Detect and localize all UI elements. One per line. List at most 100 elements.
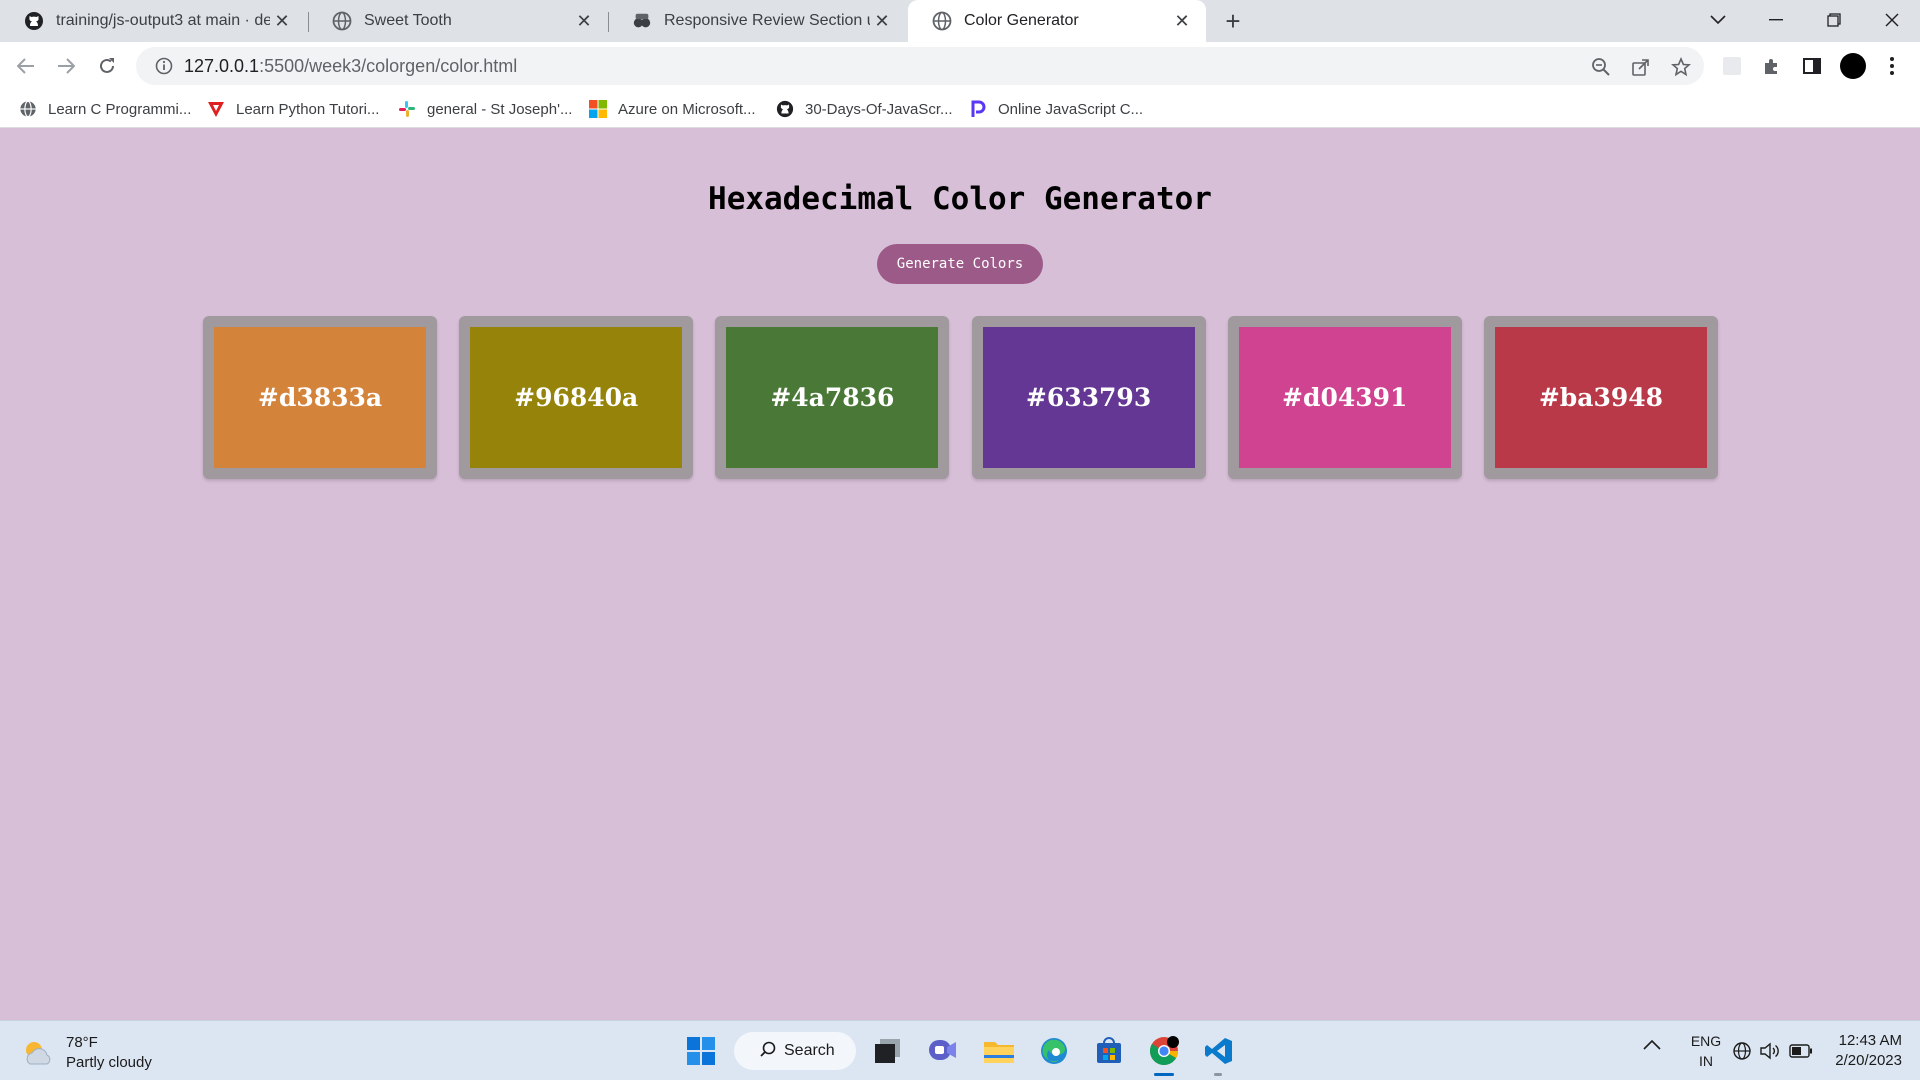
swatch-fill: #633793 xyxy=(982,327,1195,468)
tab-sweet-tooth[interactable]: Sweet Tooth ✕ xyxy=(308,0,608,42)
generate-colors-button[interactable]: Generate Colors xyxy=(877,244,1043,284)
url-text: 127.0.0.1:5500/week3/colorgen/color.html xyxy=(184,56,517,77)
bookmark-label: Azure on Microsoft... xyxy=(618,100,756,118)
bookmark-learn-python[interactable]: Learn Python Tutori... xyxy=(206,98,379,120)
back-button[interactable] xyxy=(10,50,42,82)
microsoft-icon xyxy=(588,99,608,119)
chrome-icon[interactable] xyxy=(1146,1033,1182,1069)
site-info-icon[interactable] xyxy=(144,57,184,75)
close-icon[interactable]: ✕ xyxy=(1170,9,1194,33)
bookmark-learn-c[interactable]: Learn C Programmi... xyxy=(18,98,191,120)
bookmarks-bar: Learn C Programmi... Learn Python Tutori… xyxy=(0,90,1920,128)
url-path: :5500/week3/colorgen/color.html xyxy=(259,55,518,76)
github-icon xyxy=(24,11,44,31)
side-panel-icon[interactable] xyxy=(1800,54,1824,78)
edge-browser-icon[interactable] xyxy=(1036,1033,1072,1069)
color-swatch[interactable]: #96840a xyxy=(459,316,694,479)
lang-line-2: IN xyxy=(1699,1053,1713,1069)
hex-label: #633793 xyxy=(1025,383,1152,412)
tab-color-generator[interactable]: Color Generator ✕ xyxy=(908,0,1206,42)
profile-avatar[interactable] xyxy=(1840,53,1866,79)
weather-widget[interactable]: 78°F Partly cloudy xyxy=(20,1033,152,1073)
slack-icon xyxy=(397,99,417,119)
zoom-icon[interactable] xyxy=(1590,56,1612,78)
p-logo-icon xyxy=(968,99,988,119)
task-view-icon[interactable] xyxy=(870,1033,906,1069)
color-swatch[interactable]: #4a7836 xyxy=(715,316,950,479)
bookmark-slack-general[interactable]: general - St Joseph'... xyxy=(397,98,572,120)
restore-button[interactable] xyxy=(1806,0,1862,40)
swatch-fill: #4a7836 xyxy=(726,327,939,468)
weather-desc: Partly cloudy xyxy=(66,1054,152,1071)
bookmark-online-js[interactable]: Online JavaScript C... xyxy=(968,98,1143,120)
hex-label: #ba3948 xyxy=(1538,383,1664,412)
hex-label: #d3833a xyxy=(257,383,383,412)
file-explorer-icon[interactable] xyxy=(981,1033,1017,1069)
network-globe-icon[interactable] xyxy=(1730,1031,1754,1066)
chrome-active-indicator xyxy=(1154,1073,1174,1076)
bookmark-label: 30-Days-Of-JavaScr... xyxy=(805,100,953,118)
weather-temp: 78°F xyxy=(66,1034,98,1051)
tab-strip: training/js-output3 at main · dee ✕ Swee… xyxy=(0,0,1920,42)
close-window-button[interactable] xyxy=(1864,0,1920,40)
devto-icon xyxy=(632,11,652,31)
partly-cloudy-icon xyxy=(26,1042,51,1065)
address-bar[interactable]: 127.0.0.1:5500/week3/colorgen/color.html xyxy=(136,47,1704,85)
menu-kebab-icon[interactable] xyxy=(1880,54,1904,78)
new-tab-button[interactable]: + xyxy=(1218,6,1248,36)
language-indicator[interactable]: ENG IN xyxy=(1680,1031,1732,1071)
bookmark-label: Online JavaScript C... xyxy=(998,100,1144,118)
tab-title: Sweet Tooth xyxy=(364,12,452,29)
forward-button[interactable] xyxy=(50,50,82,82)
extensions-puzzle-icon[interactable] xyxy=(1760,54,1784,78)
bookmark-label: general - St Joseph'... xyxy=(427,100,573,118)
color-swatch[interactable]: #633793 xyxy=(971,316,1206,479)
bookmark-azure[interactable]: Azure on Microsoft... xyxy=(588,98,756,120)
volume-icon[interactable] xyxy=(1758,1031,1782,1066)
triangle-logo-icon xyxy=(206,99,226,119)
page-title: Hexadecimal Color Generator xyxy=(708,181,1212,217)
minimize-button[interactable] xyxy=(1748,0,1804,40)
bookmark-star-icon[interactable] xyxy=(1670,56,1692,78)
battery-icon[interactable] xyxy=(1788,1031,1814,1063)
globe-icon xyxy=(932,11,952,31)
swatch-fill: #ba3948 xyxy=(1494,327,1707,468)
windows-start-icon[interactable] xyxy=(683,1033,719,1069)
tab-github[interactable]: training/js-output3 at main · dee ✕ xyxy=(0,0,306,42)
extension-placeholder-icon[interactable] xyxy=(1720,54,1744,78)
swatch-fill: #d3833a xyxy=(214,327,426,468)
vscode-icon[interactable] xyxy=(1201,1033,1237,1069)
github-icon xyxy=(775,99,795,119)
globe-icon xyxy=(332,11,352,31)
lang-line-1: ENG xyxy=(1690,1033,1722,1049)
taskbar-search[interactable]: Search xyxy=(734,1032,856,1070)
share-icon[interactable] xyxy=(1630,56,1652,78)
bookmark-30-days-js[interactable]: 30-Days-Of-JavaScr... xyxy=(775,98,953,120)
search-label: Search xyxy=(784,1042,835,1059)
search-icon xyxy=(760,1041,776,1062)
clock-date: 2/20/2023 xyxy=(1835,1052,1902,1069)
tab-search-chevron-icon[interactable] xyxy=(1690,0,1746,40)
color-swatch[interactable]: #d3833a xyxy=(203,316,437,479)
teams-chat-icon[interactable] xyxy=(925,1033,961,1069)
close-icon[interactable]: ✕ xyxy=(270,9,294,33)
tab-review-section[interactable]: Responsive Review Section using ✕ xyxy=(608,0,906,42)
vscode-running-indicator xyxy=(1214,1073,1222,1076)
color-swatch[interactable]: #d04391 xyxy=(1227,316,1462,479)
microsoft-store-icon[interactable] xyxy=(1091,1033,1127,1069)
hex-label: #4a7836 xyxy=(770,383,895,412)
color-swatch[interactable]: #ba3948 xyxy=(1483,316,1718,479)
hex-label: #96840a xyxy=(514,383,639,412)
close-icon[interactable]: ✕ xyxy=(572,9,596,33)
weather-text: 78°F Partly cloudy xyxy=(66,1033,152,1073)
hex-label: #d04391 xyxy=(1282,383,1408,412)
taskbar-clock[interactable]: 12:43 AM 2/20/2023 xyxy=(1820,1031,1902,1071)
tab-title: Responsive Review Section using xyxy=(664,12,870,29)
reload-button[interactable] xyxy=(91,50,123,82)
page-content: Hexadecimal Color Generator Generate Col… xyxy=(0,129,1920,1020)
close-icon[interactable]: ✕ xyxy=(870,9,894,33)
tray-overflow-chevron-icon[interactable] xyxy=(1640,1031,1664,1056)
browser-toolbar: 127.0.0.1:5500/week3/colorgen/color.html xyxy=(0,42,1920,90)
color-swatches: #d3833a #96840a #4a7836 #633793 #d04391 xyxy=(203,316,1718,479)
windows-taskbar: 78°F Partly cloudy Search ENG IN 12:43 A… xyxy=(0,1020,1920,1080)
